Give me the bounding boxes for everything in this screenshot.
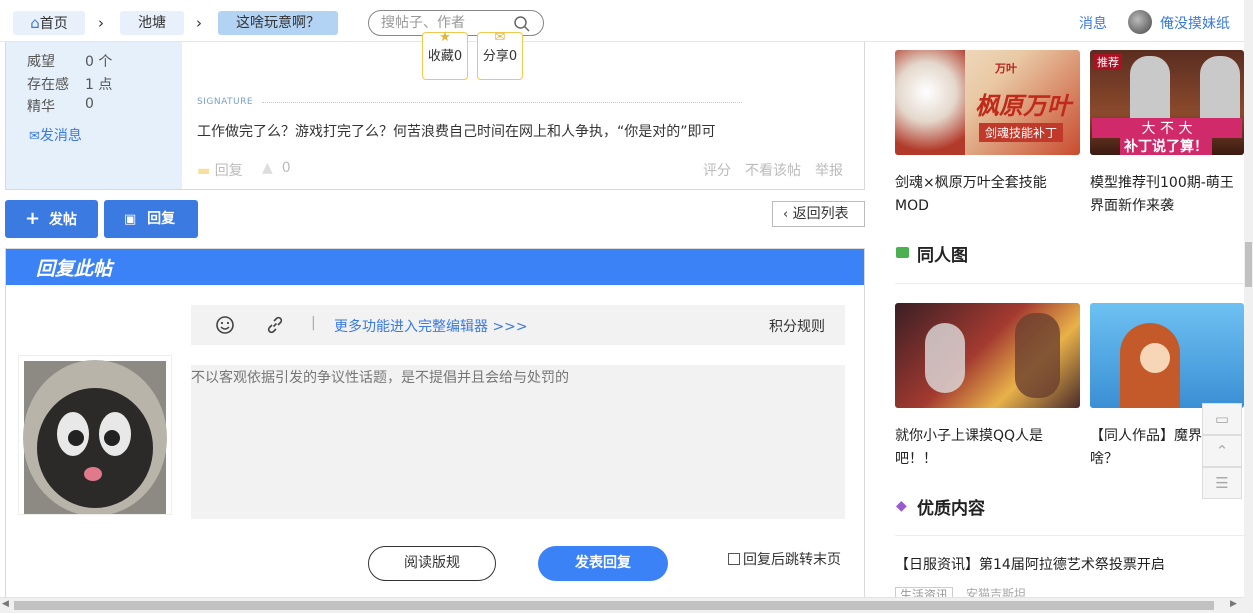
divider — [895, 283, 1244, 284]
reply-placeholder: 不以客观依据引发的争议性话题，是不提倡并且会给与处罚的 — [191, 370, 569, 386]
share-icon: ✉ — [494, 30, 506, 45]
reply-header: 回复此帖 — [6, 249, 864, 285]
chevron-right-icon: › — [98, 14, 104, 32]
card-overlay-small: 万叶 — [995, 62, 1017, 75]
breadcrumb-home[interactable]: ⌂首页 — [13, 11, 85, 35]
scroll-thumb[interactable] — [1245, 242, 1252, 287]
horizontal-scrollbar[interactable]: ◀ ▶ — [0, 597, 1244, 613]
points-rules-link[interactable]: 积分规则 — [769, 316, 825, 336]
share-button[interactable]: ✉ 分享0 — [477, 30, 523, 80]
user-panel: 威望 0 个 存在感 1 点 精华 0 ✉发消息 — [6, 42, 182, 189]
stat-label: 威望 — [27, 54, 55, 70]
new-post-button[interactable]: + 发帖 — [5, 200, 98, 238]
favorite-button[interactable]: ★ 收藏0 — [422, 30, 468, 80]
home-icon: ⌂ — [30, 14, 40, 32]
card-image-model[interactable]: 推荐 大 不 大 补丁说了算！ — [1090, 50, 1244, 155]
reply-icon: ▬ — [197, 163, 211, 179]
signature-divider — [262, 102, 742, 103]
comment-icon: ▣ — [124, 212, 137, 227]
stat-value: 1 点 — [85, 77, 113, 93]
section-title: 同人图 — [917, 246, 968, 266]
card-image-fanart-1[interactable] — [895, 303, 1080, 408]
back-to-list-button[interactable]: ‹ 返回列表 — [772, 201, 865, 227]
menu-float-button[interactable]: ☰ — [1202, 467, 1242, 499]
section-title: 优质内容 — [917, 499, 985, 519]
hide-author-link[interactable]: 不看该帖 — [745, 160, 801, 180]
send-message-link[interactable]: ✉发消息 — [29, 125, 82, 145]
checkbox-icon[interactable] — [728, 553, 740, 565]
breadcrumb-forum[interactable]: 池塘 — [120, 11, 184, 35]
rate-link[interactable]: 评分 — [703, 160, 731, 180]
thumbs-up-icon: ▲ — [262, 160, 273, 176]
card-caption[interactable]: 【同人作品】魔界啥？ — [1090, 425, 1208, 471]
card-overlay-sub: 补丁说了算！ — [1120, 136, 1212, 155]
stat-label: 存在感 — [27, 77, 69, 93]
arrow-left-icon[interactable]: ◀ — [2, 599, 9, 609]
reply-box: 回复此帖 | 更多功能进入完整编辑器 >>> 积分规则 不以客观依据引发的争议性… — [5, 248, 865, 613]
list-icon: ☰ — [1215, 474, 1229, 492]
editor-toolbar: | 更多功能进入完整编辑器 >>> 积分规则 — [191, 305, 845, 345]
jump-last-checkbox[interactable]: 回复后跳转末页 — [728, 549, 841, 569]
card-overlay-title: 大 不 大 — [1092, 118, 1242, 138]
card-caption[interactable]: 模型推荐刊100期-萌王界面新作来袭 — [1090, 172, 1244, 218]
back-to-top-button[interactable]: ⌃ — [1202, 435, 1242, 467]
reply-button[interactable]: ▣ 回复 — [104, 200, 198, 238]
emoji-icon[interactable] — [215, 315, 235, 335]
stat-label: 精华 — [27, 99, 55, 115]
reply-textarea[interactable]: 不以客观依据引发的争议性话题，是不提倡并且会给与处罚的 — [191, 365, 845, 519]
reply-link[interactable]: ▬ 回复 — [197, 160, 243, 180]
card-caption[interactable]: 就你小子上课摸QQ人是吧！！ — [895, 425, 1070, 471]
chevron-right-icon: › — [196, 14, 202, 32]
card-overlay-small: 推荐 — [1094, 54, 1122, 70]
quality-item-title[interactable]: 【日服资讯】第14届阿拉德艺术祭投票开启 — [895, 554, 1165, 574]
star-icon: ★ — [439, 30, 451, 45]
report-link[interactable]: 举报 — [815, 160, 843, 180]
signature-text: 工作做完了么？游戏打完了么？何苦浪费自己时间在网上和人争执，“你是对的”即可 — [197, 124, 716, 140]
divider — [895, 535, 1244, 536]
card-overlay-title: 枫原万叶 — [975, 92, 1071, 120]
arrow-right-icon[interactable]: ▶ — [1230, 599, 1237, 609]
avatar[interactable] — [1128, 10, 1152, 34]
card-overlay-sub: 剑魂技能补丁 — [979, 123, 1064, 142]
username-link[interactable]: 俺没摸妹纸 — [1160, 13, 1230, 33]
messages-link[interactable]: 消息 — [1079, 13, 1107, 33]
submit-reply-button[interactable]: 发表回复 — [538, 546, 668, 581]
comment-float-button[interactable]: ▭ — [1202, 403, 1242, 435]
toolbar-divider: | — [311, 315, 316, 331]
card-image-kazuha[interactable]: 万叶 枫原万叶 剑魂技能补丁 — [895, 50, 1080, 155]
stat-value: 0 个 — [85, 54, 113, 70]
signature-label: SIGNATURE — [197, 97, 254, 107]
link-icon[interactable] — [265, 315, 285, 335]
diamond-icon: ◆ — [896, 498, 907, 514]
stat-value: 0 — [85, 96, 94, 112]
read-rules-button[interactable]: 阅读版规 — [368, 546, 496, 581]
card-caption[interactable]: 剑魂×枫原万叶全套技能MOD — [895, 172, 1070, 218]
top-bar: ⌂首页 › 池塘 › 这啥玩意啊？ 消息 俺没摸妹纸 — [0, 0, 1244, 42]
mail-icon: ✉ — [29, 129, 40, 144]
reply-title: 回复此帖 — [36, 258, 113, 280]
full-editor-link[interactable]: 更多功能进入完整编辑器 >>> — [334, 316, 528, 336]
vertical-scrollbar[interactable] — [1244, 0, 1253, 613]
card-image-fanart-2[interactable] — [1090, 303, 1244, 408]
chevron-left-icon: ‹ — [783, 207, 789, 222]
image-icon — [896, 247, 909, 258]
arrow-up-icon: ⌃ — [1215, 442, 1229, 460]
like-button[interactable]: ▲ 0 — [262, 160, 291, 176]
user-avatar-image — [18, 355, 172, 516]
breadcrumb-thread[interactable]: 这啥玩意啊？ — [218, 11, 338, 35]
scroll-thumb[interactable] — [14, 601, 1214, 610]
comment-icon: ▭ — [1214, 410, 1230, 428]
plus-icon: + — [25, 208, 41, 229]
post-box: 威望 0 个 存在感 1 点 精华 0 ✉发消息 ★ 收藏0 ✉ 分享0 SIG… — [5, 31, 865, 190]
